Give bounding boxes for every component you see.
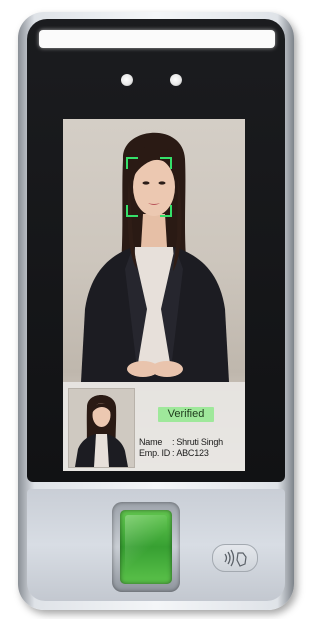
employee-id-row: Emp. ID: ABC123 (139, 448, 209, 458)
employee-id-value: ABC123 (176, 448, 209, 458)
name-label: Name (139, 437, 163, 447)
display-screen: Verified Name: Shruti Singh Emp. ID: ABC12… (63, 119, 245, 471)
left-camera-lens (121, 74, 133, 86)
employee-name-value: Shruti Singh (176, 437, 223, 447)
front-bezel: Verified Name: Shruti Singh Emp. ID: ABC12… (27, 19, 285, 482)
nfc-contactless-icon[interactable] (212, 544, 258, 572)
face-recognition-terminal: Verified Name: Shruti Singh Emp. ID: ABC12… (18, 12, 294, 610)
employee-name-row: Name: Shruti Singh (139, 437, 223, 447)
led-light-bar (39, 30, 275, 48)
right-camera-lens (170, 74, 182, 86)
verified-status-badge: Verified (158, 407, 214, 422)
fingerprint-sensor-icon[interactable] (120, 510, 172, 584)
emp-id-label: Emp. ID (139, 448, 171, 458)
fingerprint-reader[interactable] (112, 502, 180, 592)
name-separator: : (172, 437, 175, 447)
emp-id-separator: : (172, 448, 175, 458)
verification-panel: Verified Name: Shruti Singh Emp. ID: ABC12… (63, 382, 245, 471)
lower-control-panel (27, 489, 285, 601)
face-detection-frame-icon (126, 157, 172, 217)
captured-face-thumbnail (68, 388, 135, 468)
